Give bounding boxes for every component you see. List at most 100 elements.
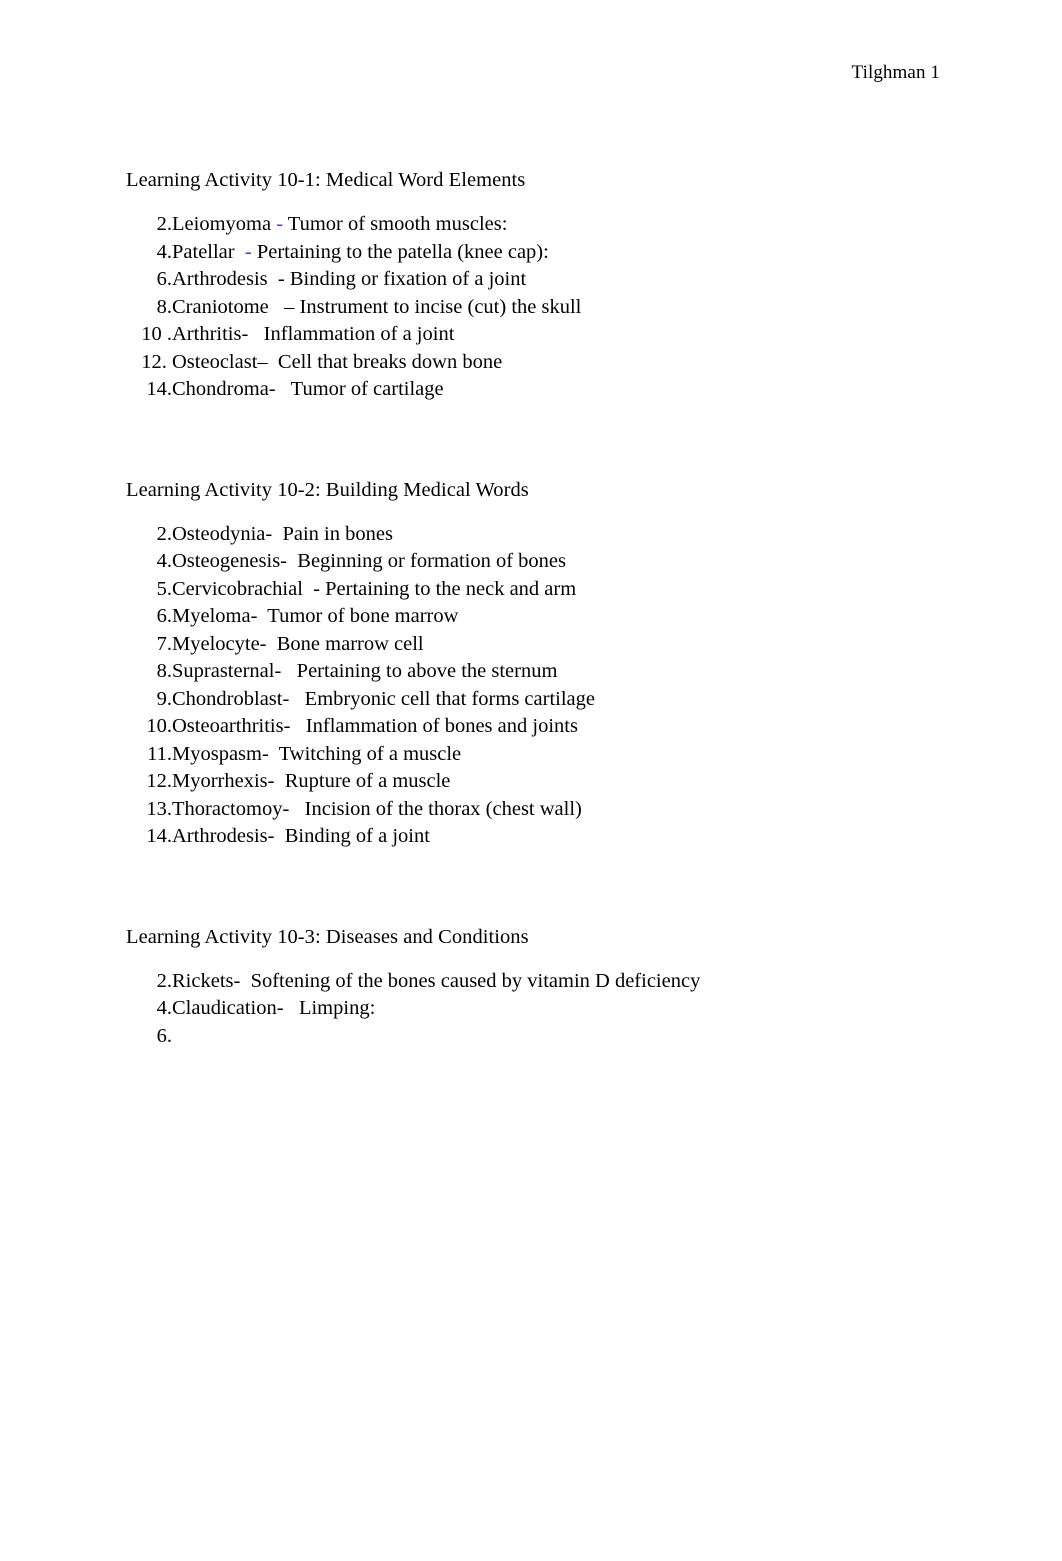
term: Arthrodesis-	[172, 825, 275, 847]
section-heading: Learning Activity 10-1: Medical Word Ele…	[126, 169, 526, 191]
definition: Pain in bones	[282, 522, 393, 545]
dash-separator: -	[267, 268, 290, 290]
list-item: 6. Myeloma- Tumor of bone marrow	[126, 603, 986, 631]
dash-separator	[276, 378, 291, 400]
list-item: 2. Leiomyoma - Tumor of smooth muscles:	[126, 211, 986, 239]
term: Suprasternal-	[172, 660, 282, 682]
definition: Incision of the thorax (chest wall)	[304, 797, 582, 820]
list-item-text: Chondroma- Tumor of cartilage	[172, 376, 444, 404]
list-item-number: 12.	[141, 350, 172, 373]
list-item-number: 13.	[146, 797, 172, 820]
definition: Binding or fixation of a joint	[289, 268, 527, 290]
term: Osteoarthritis-	[172, 715, 291, 737]
term: Arthritis-	[172, 323, 249, 345]
term: Osteogenesis-	[172, 550, 288, 572]
dash-separator	[267, 633, 277, 655]
term: Thoractomoy-	[172, 797, 290, 820]
section-learning-activity-10-2: Learning Activity 10-2: Building Medical…	[126, 476, 986, 851]
list-item-text: Leiomyoma - Tumor of smooth muscles:	[172, 211, 507, 239]
dash-separator	[289, 688, 304, 710]
dash-separator	[284, 997, 299, 1019]
list-item-number: 14.	[146, 378, 172, 400]
list-item: 8. Craniotome – Instrument to incise (cu…	[126, 294, 986, 322]
term: Osteoclast–	[172, 350, 268, 373]
definition: Pertaining to above the sternum	[296, 660, 558, 682]
list-item-text: Myospasm- Twitching of a muscle	[172, 741, 461, 769]
list-item-text: Myelocyte- Bone marrow cell	[172, 631, 424, 659]
dash-separator	[289, 798, 304, 820]
section-heading: Learning Activity 10-3: Diseases and Con…	[126, 925, 529, 948]
dash-separator	[240, 970, 250, 992]
list-item: 14. Chondroma- Tumor of cartilage	[126, 376, 986, 404]
term: Cervicobrachial	[172, 577, 303, 600]
dash-separator: -	[271, 213, 288, 235]
list-item: 4. Osteogenesis- Beginning or formation …	[126, 548, 986, 576]
term: Chondroblast-	[172, 687, 290, 710]
list-item-number: 10 .	[141, 323, 172, 345]
definition: Instrument to incise (cut) the skull	[299, 295, 582, 318]
definition: Inflammation of a joint	[263, 323, 455, 345]
list-item: 8. Suprasternal- Pertaining to above the…	[126, 658, 986, 686]
list-item: 11. Myospasm- Twitching of a muscle	[126, 741, 986, 769]
list-item-text: Arthritis- Inflammation of a joint	[172, 321, 454, 349]
list-item-text: Rickets- Softening of the bones caused b…	[172, 968, 700, 996]
list-item: 6. Arthrodesis - Binding or fixation of …	[126, 266, 986, 294]
definition: Pertaining to the neck and arm	[325, 577, 577, 600]
definition: Tumor of smooth muscles:	[287, 213, 508, 235]
list-item: 6.	[126, 1023, 986, 1051]
dash-separator: -	[302, 577, 326, 600]
section-learning-activity-10-3: Learning Activity 10-3: Diseases and Con…	[126, 923, 986, 1051]
list-item-text: Cervicobrachial - Pertaining to the neck…	[172, 576, 576, 604]
list-item-number: 12.	[146, 770, 172, 792]
document-page: Tilghman 1 Learning Activity 10-1: Medic…	[0, 0, 1062, 1561]
definition: Limping:	[298, 997, 376, 1019]
list-item: 2. Rickets- Softening of the bones cause…	[126, 968, 986, 996]
list-item-number: 10.	[146, 715, 172, 737]
list-item: 5. Cervicobrachial - Pertaining to the n…	[126, 576, 986, 604]
list-item: 12. Osteoclast– Cell that breaks down bo…	[126, 349, 986, 377]
list-item-number: 2.	[156, 969, 172, 992]
term: Myeloma-	[172, 605, 258, 627]
list-item-number: 7.	[156, 632, 172, 655]
list-item-number: 8.	[156, 295, 172, 318]
dash-separator	[248, 323, 263, 345]
dash-separator	[257, 605, 267, 627]
list-item-number: 4.	[156, 240, 172, 263]
definition: Twitching of a muscle	[278, 742, 462, 765]
definition: Embryonic cell that forms cartilage	[304, 687, 595, 710]
term: Myelocyte-	[172, 632, 267, 655]
list-item-number: 14.	[146, 825, 172, 847]
definition: Cell that breaks down bone	[277, 350, 503, 373]
list-item: 14. Arthrodesis- Binding of a joint	[126, 823, 986, 851]
list-item-number: 11.	[147, 742, 172, 765]
list-item: 10. Osteoarthritis- Inflammation of bone…	[126, 713, 986, 741]
list-item: 4. Claudication- Limping:	[126, 995, 986, 1023]
term: Rickets-	[172, 969, 241, 992]
term: Chondroma-	[172, 378, 276, 400]
list-item-text: Craniotome – Instrument to incise (cut) …	[172, 294, 581, 322]
definition: Inflammation of bones and joints	[305, 715, 578, 737]
definition: Beginning or formation of bones	[297, 550, 566, 572]
list-item-text: Suprasternal- Pertaining to above the st…	[172, 658, 557, 686]
list-item-number: 4.	[156, 550, 172, 572]
list-item-text: Myeloma- Tumor of bone marrow	[172, 603, 458, 631]
list-item: 4. Patellar - Pertaining to the patella …	[126, 239, 986, 267]
list-item-number: 6.	[156, 605, 172, 627]
list-item-text: Chondroblast- Embryonic cell that forms …	[172, 686, 595, 714]
definition: Binding of a joint	[284, 825, 430, 847]
document-body: Learning Activity 10-1: Medical Word Ele…	[126, 166, 986, 1050]
list-item-text: Myorrhexis- Rupture of a muscle	[172, 768, 450, 796]
section-learning-activity-10-1: Learning Activity 10-1: Medical Word Ele…	[126, 166, 986, 404]
definition: Tumor of cartilage	[290, 378, 444, 400]
definition: Rupture of a muscle	[284, 770, 451, 792]
list-item: 7. Myelocyte- Bone marrow cell	[126, 631, 986, 659]
dash-separator	[269, 743, 279, 765]
answer-list-10-3: 2. Rickets- Softening of the bones cause…	[126, 968, 986, 1051]
term: Craniotome	[172, 295, 269, 318]
list-item: 12. Myorrhexis- Rupture of a muscle	[126, 768, 986, 796]
definition: Pertaining to the patella (knee cap):	[256, 240, 549, 263]
list-item-number: 9.	[156, 687, 172, 710]
